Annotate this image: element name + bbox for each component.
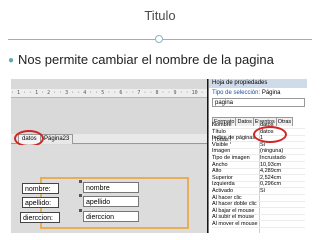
property-sheet-title: Hoja de propiedades	[209, 79, 307, 88]
property-name: Alto	[212, 168, 222, 175]
property-value[interactable]: 2,524cm	[260, 175, 305, 181]
property-name: Activado	[212, 188, 234, 194]
property-tabs: Formato Datos Eventos OtrasTodas	[212, 110, 307, 144]
horizontal-ruler: · 1 · · 1 · 2 · · 3 · · 4 · · 5 · · 6 · …	[11, 89, 207, 98]
property-sheet: Hoja de propiedades Tipo de selección: P…	[208, 79, 307, 233]
property-value[interactable]: 4,289cm	[260, 168, 305, 174]
property-row[interactable]: Al mover el mouse	[212, 221, 305, 228]
property-value[interactable]: Incrustado	[260, 155, 305, 161]
field-apellido[interactable]: apellido	[83, 196, 139, 207]
property-value[interactable]: (ninguna)	[260, 148, 305, 154]
property-name: Imagen	[212, 148, 231, 155]
property-name: Título	[212, 128, 226, 135]
resize-handle[interactable]	[79, 180, 82, 183]
property-name: Tipo de imagen	[212, 155, 250, 161]
resize-handle[interactable]	[79, 209, 82, 212]
access-screenshot: · 1 · · 1 · 2 · · 3 · · 4 · · 5 · · 6 · …	[11, 79, 307, 233]
property-name: Al bajar el mouse	[212, 207, 255, 214]
label-apellido[interactable]: apellido:	[22, 197, 59, 208]
property-name: Ancho	[212, 161, 228, 168]
property-name: Izquierda	[212, 181, 235, 188]
property-name: Visible	[212, 141, 229, 148]
property-value[interactable]: 0,296cm	[260, 181, 305, 187]
property-name: Índice de páginas	[212, 135, 256, 142]
property-name: Al mover el mouse	[212, 221, 258, 227]
divider-ornament-icon	[155, 35, 163, 43]
object-selector[interactable]: pagina	[212, 98, 305, 107]
bullet-icon: ●	[8, 55, 15, 66]
property-name: Al hacer clic	[212, 194, 242, 201]
selection-type-value: Página	[261, 90, 281, 96]
property-name: Nombre	[212, 122, 232, 128]
selection-type: Tipo de selección: Página	[212, 90, 281, 96]
tab-pagina23[interactable]: Página23	[40, 134, 74, 144]
property-value[interactable]: Sí	[260, 188, 305, 194]
slide: Titulo ● Nos permite cambiar el nombre de…	[0, 0, 320, 240]
resize-handle[interactable]	[79, 194, 82, 197]
bullet-point: ● Nos permite cambiar el nombre de la pag…	[8, 52, 274, 67]
property-value[interactable]: 10,93cm	[260, 162, 305, 168]
form-designer: · 1 · · 1 · 2 · · 3 · · 4 · · 5 · · 6 · …	[11, 79, 207, 233]
field-nombre[interactable]: nombre	[83, 182, 139, 193]
bullet-text: Nos permite cambiar el nombre de la pagi…	[18, 52, 274, 67]
property-name: Al subir el mouse	[212, 214, 255, 221]
field-dierccion[interactable]: dierccion	[83, 211, 139, 222]
label-nombre[interactable]: nombre:	[22, 183, 59, 194]
selection-type-label: Tipo de selección:	[212, 90, 261, 96]
property-name: Al hacer doble clic	[212, 201, 257, 208]
property-name: Superior	[212, 174, 233, 181]
slide-title: Titulo	[144, 8, 176, 23]
highlight-circle-caption	[253, 126, 287, 143]
label-dierccion[interactable]: dierccion:	[20, 212, 60, 223]
